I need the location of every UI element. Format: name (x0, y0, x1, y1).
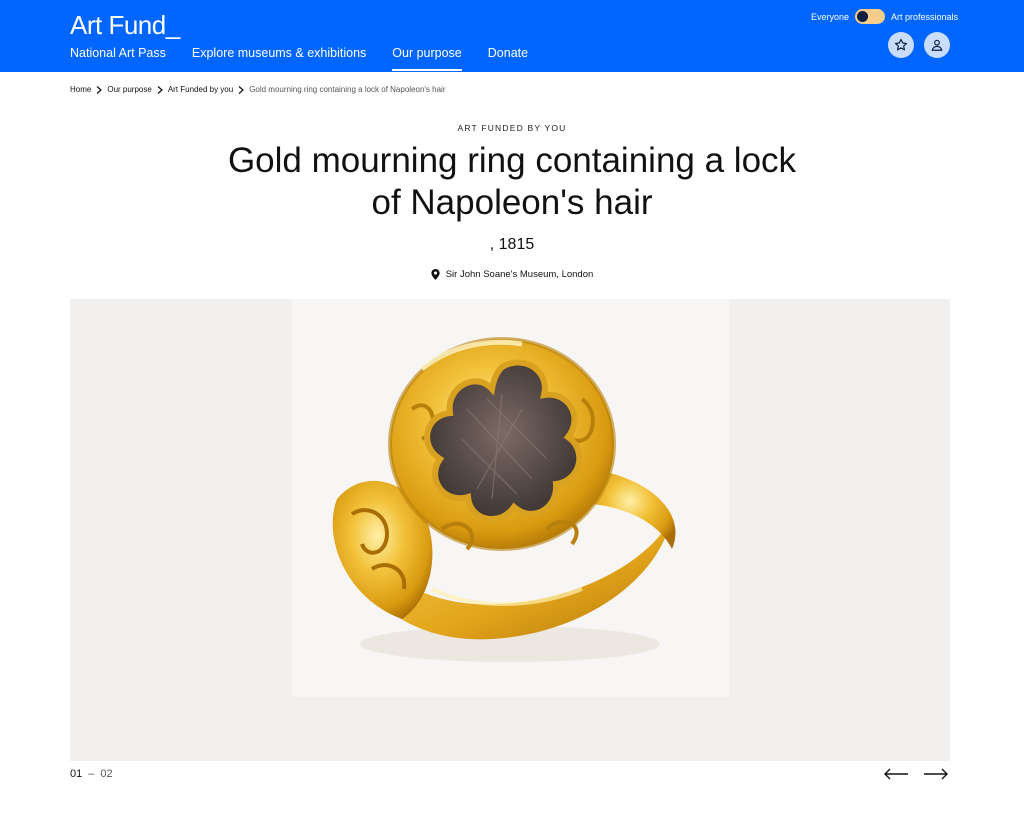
art-fund-logo[interactable]: Art Fund_ (70, 10, 180, 41)
gallery-pagination: 01 – 02 (70, 768, 113, 780)
map-pin-icon (431, 269, 440, 280)
arrow-right-icon (924, 768, 948, 780)
section-kicker: ART FUNDED BY YOU (457, 123, 567, 133)
gallery-arrows (883, 766, 949, 782)
toggle-knob (857, 11, 869, 22)
gold-ring-image (332, 337, 676, 662)
nav-explore-museums[interactable]: Explore museums & exhibitions (192, 46, 366, 60)
arrow-left-icon (884, 768, 908, 780)
location-label: Sir John Soane's Museum, London (445, 269, 594, 280)
main-nav: National Art Pass Explore museums & exhi… (70, 46, 554, 71)
pagination-separator: – (88, 768, 95, 780)
breadcrumb: Home Our purpose Art Funded by you Gold … (70, 85, 446, 94)
audience-professionals-label[interactable]: Art professionals (891, 12, 958, 22)
nav-donate[interactable]: Donate (488, 46, 528, 60)
artwork-date: , 1815 (489, 236, 535, 253)
current-slide-index: 01 (70, 768, 83, 780)
audience-everyone-label[interactable]: Everyone (811, 12, 849, 22)
chevron-right-icon (238, 85, 245, 94)
nav-our-purpose[interactable]: Our purpose (392, 46, 463, 71)
total-slides: 02 (100, 768, 113, 780)
audience-toggle[interactable] (855, 9, 886, 24)
site-header: Art Fund_ National Art Pass Explore muse… (0, 0, 1024, 72)
artwork-photo (292, 299, 729, 697)
breadcrumb-home[interactable]: Home (70, 85, 91, 94)
audience-switch: Everyone Art professionals (811, 9, 958, 24)
artwork-location[interactable]: Sir John Soane's Museum, London (0, 269, 1024, 280)
chevron-right-icon (157, 85, 163, 94)
chevron-right-icon (96, 85, 103, 94)
next-slide-button[interactable] (923, 766, 949, 782)
star-icon (894, 38, 908, 51)
favourites-button[interactable] (888, 32, 914, 58)
breadcrumb-current: Gold mourning ring containing a lock of … (249, 85, 446, 94)
previous-slide-button[interactable] (883, 766, 909, 782)
account-button[interactable] (924, 32, 950, 58)
image-gallery[interactable] (70, 299, 950, 761)
breadcrumb-our-purpose[interactable]: Our purpose (107, 85, 151, 94)
nav-national-art-pass[interactable]: National Art Pass (70, 46, 166, 60)
user-icon (931, 39, 943, 51)
page-title: Gold mourning ring containing a lock of … (227, 141, 797, 222)
breadcrumb-art-funded[interactable]: Art Funded by you (168, 85, 233, 94)
